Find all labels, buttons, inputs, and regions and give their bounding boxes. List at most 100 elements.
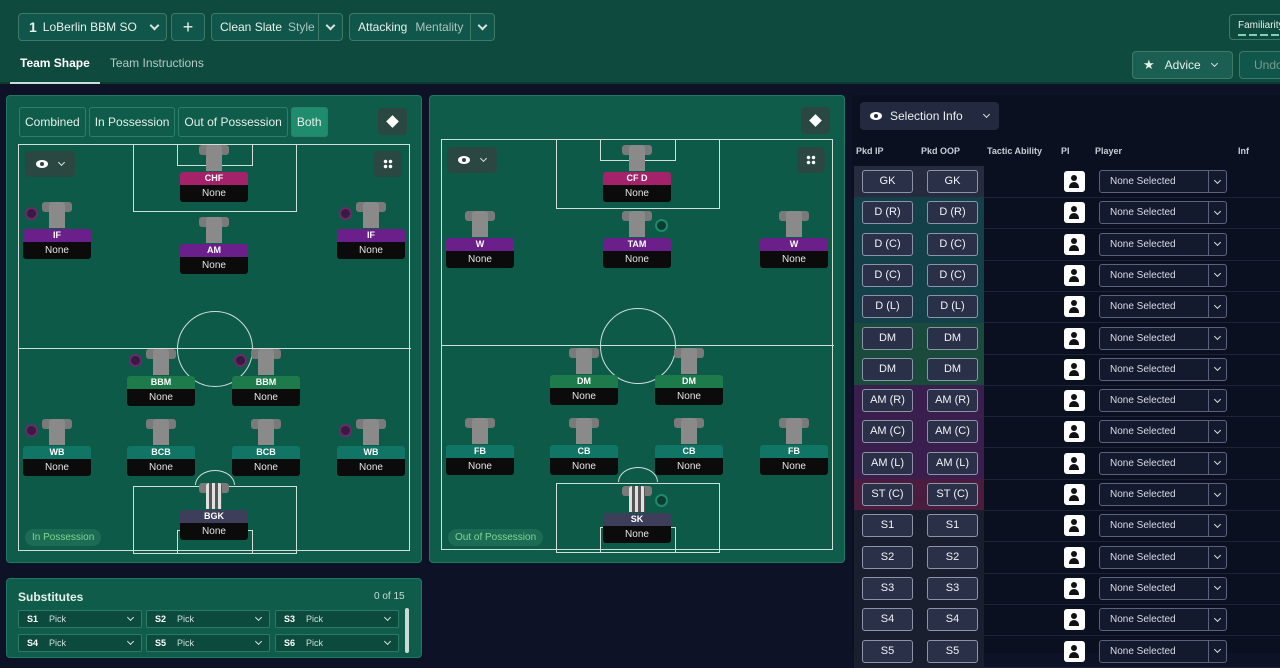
sub-slot-s5[interactable]: S5 Pick bbox=[146, 634, 270, 652]
player-select[interactable]: None Selected bbox=[1099, 514, 1227, 538]
grid-view-button-oop[interactable] bbox=[797, 147, 825, 173]
pkd-ip-position[interactable]: D (C) bbox=[862, 232, 913, 256]
player-instructions-icon[interactable] bbox=[1064, 640, 1085, 662]
player-select[interactable]: None Selected bbox=[1099, 420, 1227, 444]
oop-player-slot[interactable]: DM None bbox=[655, 348, 723, 414]
familiarity-button[interactable]: Familiarity bbox=[1229, 14, 1280, 40]
player-instructions-icon[interactable] bbox=[1064, 233, 1085, 255]
style-selector[interactable]: Clean Slate Style bbox=[211, 13, 343, 41]
add-tactic-button[interactable]: + bbox=[171, 13, 205, 41]
oop-player-slot[interactable]: CB None bbox=[550, 418, 618, 484]
player-instructions-icon[interactable] bbox=[1064, 171, 1085, 192]
sub-slot-s1[interactable]: S1 Pick bbox=[18, 610, 142, 628]
pkd-oop-position[interactable]: S3 bbox=[927, 576, 978, 600]
pkd-oop-position[interactable]: AM (C) bbox=[927, 420, 978, 444]
grid-view-button[interactable] bbox=[374, 151, 402, 177]
ip-player-slot[interactable]: BCB None bbox=[127, 419, 195, 485]
player-select[interactable]: None Selected bbox=[1099, 170, 1227, 193]
player-instructions-icon[interactable] bbox=[1064, 327, 1085, 349]
player-select[interactable]: None Selected bbox=[1099, 639, 1227, 663]
pkd-oop-position[interactable]: ST (C) bbox=[927, 483, 978, 506]
oop-player-slot[interactable]: W None bbox=[446, 211, 514, 277]
pkd-oop-position[interactable]: S4 bbox=[927, 608, 978, 632]
player-instructions-icon[interactable] bbox=[1064, 390, 1085, 412]
pkd-ip-position[interactable]: DM bbox=[862, 357, 913, 381]
pkd-oop-position[interactable]: AM (R) bbox=[927, 389, 978, 413]
player-instructions-icon[interactable] bbox=[1064, 452, 1085, 474]
player-select[interactable]: None Selected bbox=[1099, 295, 1227, 319]
view-out-of-possession[interactable]: Out of Possession bbox=[178, 107, 288, 137]
player-instructions-icon[interactable] bbox=[1064, 358, 1085, 380]
pkd-ip-position[interactable]: GK bbox=[862, 170, 913, 193]
pkd-ip-position[interactable]: D (C) bbox=[862, 263, 913, 287]
player-instructions-icon[interactable] bbox=[1064, 515, 1085, 537]
visibility-toggle[interactable] bbox=[25, 151, 75, 177]
oop-player-slot[interactable]: DM None bbox=[550, 348, 618, 414]
oop-player-slot[interactable]: CB None bbox=[655, 418, 723, 484]
ip-player-slot[interactable]: IF None bbox=[337, 202, 405, 268]
formation-button-oop[interactable] bbox=[801, 107, 830, 134]
pkd-oop-position[interactable]: S5 bbox=[927, 639, 978, 663]
pkd-ip-position[interactable]: S4 bbox=[862, 608, 913, 632]
player-instructions-icon[interactable] bbox=[1064, 264, 1085, 286]
pkd-ip-position[interactable]: S2 bbox=[862, 545, 913, 569]
ip-player-slot[interactable]: WB None bbox=[337, 419, 405, 485]
player-select[interactable]: None Selected bbox=[1099, 263, 1227, 287]
formation-button[interactable] bbox=[378, 108, 407, 135]
player-instructions-icon[interactable] bbox=[1064, 202, 1085, 224]
pkd-ip-position[interactable]: D (R) bbox=[862, 201, 913, 225]
player-select[interactable]: None Selected bbox=[1099, 576, 1227, 600]
player-instructions-icon[interactable] bbox=[1064, 421, 1085, 443]
pkd-ip-position[interactable]: AM (R) bbox=[862, 389, 913, 413]
substitutes-scrollbar[interactable] bbox=[405, 608, 409, 653]
pkd-ip-position[interactable]: DM bbox=[862, 326, 913, 350]
player-select[interactable]: None Selected bbox=[1099, 545, 1227, 569]
pkd-oop-position[interactable]: GK bbox=[927, 170, 978, 193]
oop-player-slot[interactable]: FB None bbox=[760, 418, 828, 484]
selection-info-button[interactable]: Selection Info bbox=[860, 102, 999, 130]
player-instructions-icon[interactable] bbox=[1064, 484, 1085, 505]
player-select[interactable]: None Selected bbox=[1099, 608, 1227, 632]
ip-player-slot[interactable]: BGK None bbox=[180, 483, 248, 549]
pkd-oop-position[interactable]: S2 bbox=[927, 545, 978, 569]
player-instructions-icon[interactable] bbox=[1064, 609, 1085, 631]
player-select[interactable]: None Selected bbox=[1099, 483, 1227, 506]
ip-player-slot[interactable]: WB None bbox=[23, 419, 91, 485]
advice-button[interactable]: ★ Advice bbox=[1132, 51, 1233, 79]
pkd-ip-position[interactable]: S3 bbox=[862, 576, 913, 600]
pkd-oop-position[interactable]: D (L) bbox=[927, 295, 978, 319]
ip-player-slot[interactable]: CHF None bbox=[180, 145, 248, 211]
oop-player-slot[interactable]: FB None bbox=[446, 418, 514, 484]
player-select[interactable]: None Selected bbox=[1099, 326, 1227, 350]
tab-team-instructions[interactable]: Team Instructions bbox=[100, 50, 214, 84]
oop-player-slot[interactable]: W None bbox=[760, 211, 828, 277]
sub-slot-s3[interactable]: S3 Pick bbox=[275, 610, 399, 628]
pkd-oop-position[interactable]: DM bbox=[927, 357, 978, 381]
ip-player-slot[interactable]: AM None bbox=[180, 217, 248, 283]
view-in-possession[interactable]: In Possession bbox=[88, 107, 176, 137]
player-select[interactable]: None Selected bbox=[1099, 451, 1227, 475]
pkd-ip-position[interactable]: ST (C) bbox=[862, 483, 913, 506]
oop-player-slot[interactable]: SK None bbox=[603, 486, 671, 552]
view-combined[interactable]: Combined bbox=[19, 107, 86, 137]
player-instructions-icon[interactable] bbox=[1064, 296, 1085, 318]
player-select[interactable]: None Selected bbox=[1099, 389, 1227, 413]
tactic-selector[interactable]: 1 LoBerlin BBM SO bbox=[18, 13, 167, 41]
ip-player-slot[interactable]: BBM None bbox=[127, 349, 195, 415]
pkd-oop-position[interactable]: D (R) bbox=[927, 201, 978, 225]
player-select[interactable]: None Selected bbox=[1099, 201, 1227, 225]
view-both[interactable]: Both bbox=[290, 107, 328, 137]
player-select[interactable]: None Selected bbox=[1099, 232, 1227, 256]
pkd-oop-position[interactable]: D (C) bbox=[927, 263, 978, 287]
pkd-ip-position[interactable]: D (L) bbox=[862, 295, 913, 319]
visibility-toggle-oop[interactable] bbox=[447, 147, 497, 173]
oop-player-slot[interactable]: TAM None bbox=[603, 211, 671, 277]
pkd-oop-position[interactable]: S1 bbox=[927, 514, 978, 538]
pkd-ip-position[interactable]: AM (L) bbox=[862, 451, 913, 475]
undo-button[interactable]: Undo bbox=[1239, 51, 1280, 79]
pkd-ip-position[interactable]: AM (C) bbox=[862, 420, 913, 444]
pkd-oop-position[interactable]: AM (L) bbox=[927, 451, 978, 475]
ip-player-slot[interactable]: BBM None bbox=[232, 349, 300, 415]
oop-player-slot[interactable]: CF D None bbox=[603, 145, 671, 211]
player-instructions-icon[interactable] bbox=[1064, 577, 1085, 599]
